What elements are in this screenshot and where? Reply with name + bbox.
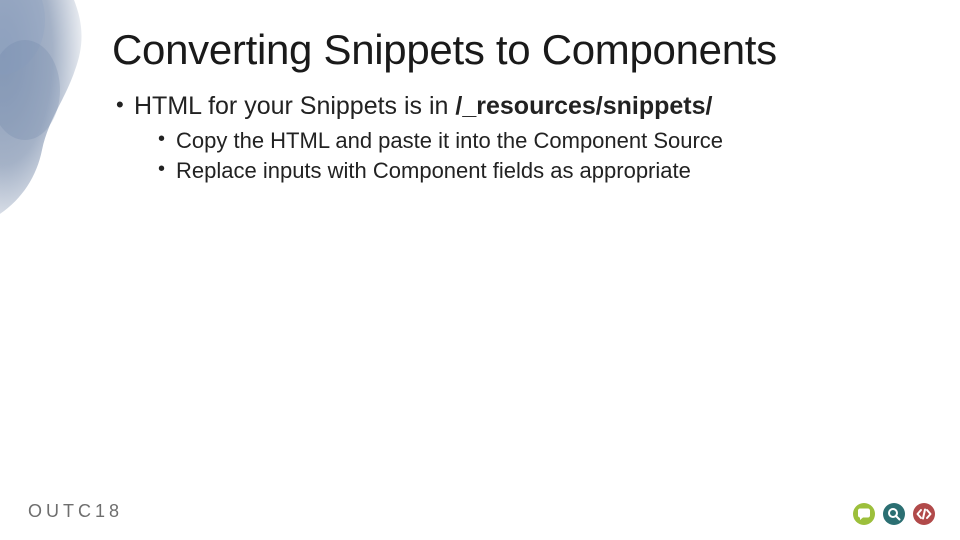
speech-bubble-icon bbox=[852, 502, 876, 526]
code-brackets-icon bbox=[912, 502, 936, 526]
bullet-text-prefix: HTML for your Snippets is in bbox=[134, 92, 455, 120]
slide-title: Converting Snippets to Components bbox=[112, 28, 920, 72]
sub-bullet-text: Copy the HTML and paste it into the Comp… bbox=[176, 128, 723, 153]
slide-content: Converting Snippets to Components HTML f… bbox=[112, 28, 920, 185]
sub-bullet-text: Replace inputs with Component fields as … bbox=[176, 158, 691, 183]
list-item: Copy the HTML and paste it into the Comp… bbox=[158, 126, 920, 156]
list-item: Replace inputs with Component fields as … bbox=[158, 156, 920, 186]
footer-brand: OUTC18 bbox=[28, 501, 123, 522]
list-item: HTML for your Snippets is in /_resources… bbox=[116, 90, 920, 185]
watercolor-splash bbox=[0, 0, 110, 240]
footer-icons bbox=[852, 502, 936, 526]
magnifier-icon bbox=[882, 502, 906, 526]
bullet-list: HTML for your Snippets is in /_resources… bbox=[112, 90, 920, 185]
sub-bullet-list: Copy the HTML and paste it into the Comp… bbox=[134, 126, 920, 185]
bullet-text-bold: /_resources/snippets/ bbox=[455, 92, 712, 120]
